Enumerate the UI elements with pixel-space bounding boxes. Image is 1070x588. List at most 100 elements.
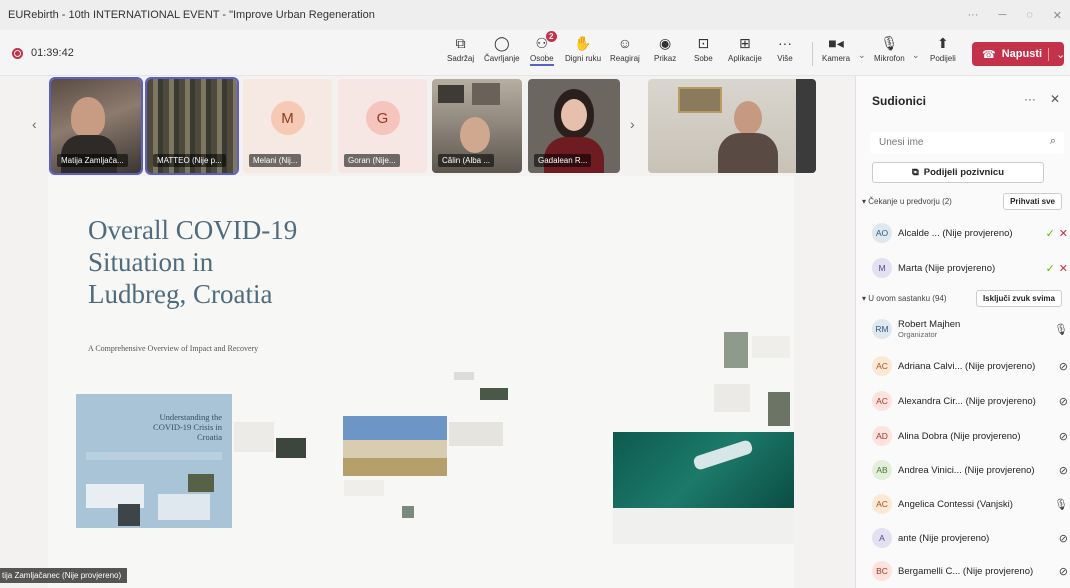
video-tile[interactable]: Călin (Alba ... bbox=[432, 79, 522, 173]
shared-slide: Overall COVID-19 Situation in Ludbreg, C… bbox=[48, 176, 794, 588]
slide-card bbox=[234, 422, 274, 452]
participants-panel: Sudionici ··· ✕ Unesi ime ⌕ ⧉ Podijeli p… bbox=[855, 76, 1070, 588]
slide-photo bbox=[188, 474, 214, 492]
video-tile[interactable]: MATTEO (Nije p... bbox=[145, 77, 239, 175]
admit-all-button[interactable]: Prihvati sve bbox=[1003, 193, 1062, 210]
avatar: AB bbox=[872, 460, 892, 480]
share-invite-button[interactable]: ⧉ Podijeli pozivnicu bbox=[872, 162, 1044, 183]
leave-label: Napusti bbox=[1001, 48, 1043, 60]
close-icon[interactable]: ✕ bbox=[1053, 9, 1062, 22]
react-button[interactable]: ☺ Reagiraj bbox=[610, 34, 640, 63]
avatar-tile[interactable]: G Goran (Nije... bbox=[338, 79, 427, 173]
card-title-line: Understanding the bbox=[159, 412, 222, 422]
mute-all-button[interactable]: Isključi zvuk svima bbox=[975, 290, 1062, 307]
person-face bbox=[71, 97, 105, 137]
deny-x-icon[interactable]: ✕ bbox=[1059, 227, 1068, 240]
meeting-toolbar: 01:39:42 ⧉ Sadržaj ◯ Čavrljanje ⚇ 2 Osobe… bbox=[0, 30, 1070, 76]
microphone-button[interactable]: 🎙 Mikrofon bbox=[874, 34, 905, 64]
wall-painting bbox=[678, 87, 722, 113]
mic-off-icon: ⊘ bbox=[1058, 395, 1068, 408]
chat-icon: ◯ bbox=[493, 34, 510, 51]
door-frame bbox=[796, 79, 816, 173]
participant-name: Marta (Nije provjereno) bbox=[898, 262, 996, 274]
video-tile[interactable]: Matija Zamljača... bbox=[49, 77, 143, 175]
people-icon: ⚇ 2 bbox=[533, 31, 557, 52]
deny-x-icon[interactable]: ✕ bbox=[1059, 262, 1068, 275]
strip-next-icon[interactable]: › bbox=[630, 116, 635, 132]
tile-name: Matija Zamljača... bbox=[57, 154, 128, 167]
view-button[interactable]: ◉ Prikaz bbox=[654, 34, 676, 64]
participant-name: Angelica Contessi (Vanjski) bbox=[898, 498, 1013, 510]
video-tile[interactable] bbox=[648, 79, 816, 173]
slide-card-title: Understanding the COVID-19 Crisis in Cro… bbox=[153, 412, 222, 442]
person-face bbox=[561, 99, 587, 131]
participant-name: Bergamelli C... (Nije provjereno) bbox=[898, 565, 1034, 577]
avatar: M bbox=[270, 101, 305, 136]
more-button[interactable]: ··· Više bbox=[776, 34, 794, 63]
panel-title: Sudionici bbox=[872, 94, 926, 108]
more-options-icon[interactable]: ··· bbox=[1024, 92, 1036, 106]
close-panel-icon[interactable]: ✕ bbox=[1050, 92, 1060, 106]
strip-prev-icon[interactable]: ‹ bbox=[32, 116, 37, 132]
participant-info: Robert Majhen Organizator bbox=[898, 319, 1050, 339]
avatar: AC bbox=[872, 391, 892, 411]
apps-button[interactable]: ⊞ Aplikacije bbox=[728, 34, 762, 64]
tile-name: Goran (Nije... bbox=[344, 154, 400, 167]
leave-button[interactable]: ☎ Napusti ⌄ bbox=[972, 42, 1065, 66]
participant-row[interactable]: AC Alexandra Cir... (Nije provjereno) ⊘ bbox=[872, 391, 1068, 411]
participant-row[interactable]: RM Robert Majhen Organizator 🎙 bbox=[872, 319, 1068, 339]
participant-name: Alina Dobra (Nije provjereno) bbox=[898, 430, 1021, 442]
share-screen-button[interactable]: ⬆ Podijeli bbox=[930, 34, 956, 64]
participant-search-input[interactable]: Unesi ime ⌕ bbox=[870, 132, 1064, 154]
camera-chevron-icon[interactable]: ⌄ bbox=[858, 50, 866, 61]
avatar: G bbox=[365, 101, 400, 136]
restore-icon[interactable]: ◌ bbox=[1026, 9, 1033, 22]
admit-check-icon[interactable]: ✓ bbox=[1046, 227, 1055, 240]
participant-row[interactable]: A ante (Nije provjereno) ⊘ bbox=[872, 528, 1068, 548]
share-content-button[interactable]: ⧉ Sadržaj bbox=[447, 34, 474, 64]
window-title: EURebirth - 10th INTERNATIONAL EVENT - "… bbox=[8, 9, 375, 21]
lobby-row[interactable]: M Marta (Nije provjereno) ✓ ✕ bbox=[872, 258, 1068, 278]
share-screen-icon: ⬆ bbox=[937, 34, 949, 51]
participant-name: Alexandra Cir... (Nije provjereno) bbox=[898, 395, 1036, 407]
participant-row[interactable]: AC Adriana Calvi... (Nije provjereno) ⊘ bbox=[872, 356, 1068, 376]
participant-row[interactable]: AD Alina Dobra (Nije provjereno) ⊘ bbox=[872, 426, 1068, 446]
raise-hand-button[interactable]: ✋ Digni ruku bbox=[565, 34, 601, 64]
participant-row[interactable]: BC Bergamelli C... (Nije provjereno) ⊘ bbox=[872, 561, 1068, 581]
slide-card bbox=[613, 508, 794, 544]
tile-name: Călin (Alba ... bbox=[438, 154, 495, 167]
admit-check-icon[interactable]: ✓ bbox=[1046, 262, 1055, 275]
react-icon: ☺ bbox=[617, 35, 633, 51]
minimize-icon[interactable]: ─ bbox=[998, 9, 1006, 22]
leave-chevron-icon[interactable]: ⌄ bbox=[1048, 47, 1070, 61]
participant-row[interactable]: AB Andrea Vinici... (Nije provjereno) ⊘ bbox=[872, 460, 1068, 480]
video-tile[interactable]: Gadalean R... bbox=[528, 79, 620, 173]
people-button[interactable]: ⚇ 2 Osobe bbox=[530, 31, 557, 66]
microphone-chevron-icon[interactable]: ⌄ bbox=[912, 50, 920, 61]
avatar-tile[interactable]: M Melani (Nij... bbox=[243, 79, 332, 173]
card-title-line: Croatia bbox=[196, 432, 222, 442]
slide-photo-town bbox=[343, 416, 447, 476]
more-icon[interactable]: ··· bbox=[967, 9, 978, 22]
tile-name: Gadalean R... bbox=[534, 154, 592, 167]
avatar: AC bbox=[872, 494, 892, 514]
camera-button[interactable]: ■◂ Kamera bbox=[822, 34, 850, 64]
lobby-section-header[interactable]: ▾ Čekanje u predvorju (2) Prihvati sve bbox=[862, 193, 1062, 210]
title-bar: EURebirth - 10th INTERNATIONAL EVENT - "… bbox=[0, 0, 1070, 30]
participant-row[interactable]: AC Angelica Contessi (Vanjski) 🎙 bbox=[872, 494, 1068, 514]
avatar: RM bbox=[872, 319, 892, 339]
mic-on-icon: 🎙 bbox=[1054, 498, 1068, 511]
meeting-section-header[interactable]: ▾ U ovom sastanku (94) Isključi zvuk svi… bbox=[862, 290, 1062, 307]
lobby-section-label: Čekanje u predvorju (2) bbox=[868, 197, 952, 206]
chat-button[interactable]: ◯ Čavrljanje bbox=[484, 34, 520, 64]
more-dots-icon: ··· bbox=[778, 35, 792, 51]
slide-card bbox=[449, 422, 503, 446]
participant-name: Andrea Vinici... (Nije provjereno) bbox=[898, 464, 1035, 476]
person-face bbox=[734, 101, 762, 135]
person-shoulders bbox=[718, 133, 778, 173]
mic-off-icon: ⊘ bbox=[1058, 430, 1068, 443]
search-placeholder: Unesi ime bbox=[879, 137, 924, 148]
lobby-row[interactable]: AO Alcalde ... (Nije provjereno) ✓ ✕ bbox=[872, 223, 1068, 243]
rooms-button[interactable]: ⊡ Sobe bbox=[694, 34, 713, 64]
presenter-name-label: tija Zamljačanec (Nije provjereno) bbox=[0, 568, 128, 583]
